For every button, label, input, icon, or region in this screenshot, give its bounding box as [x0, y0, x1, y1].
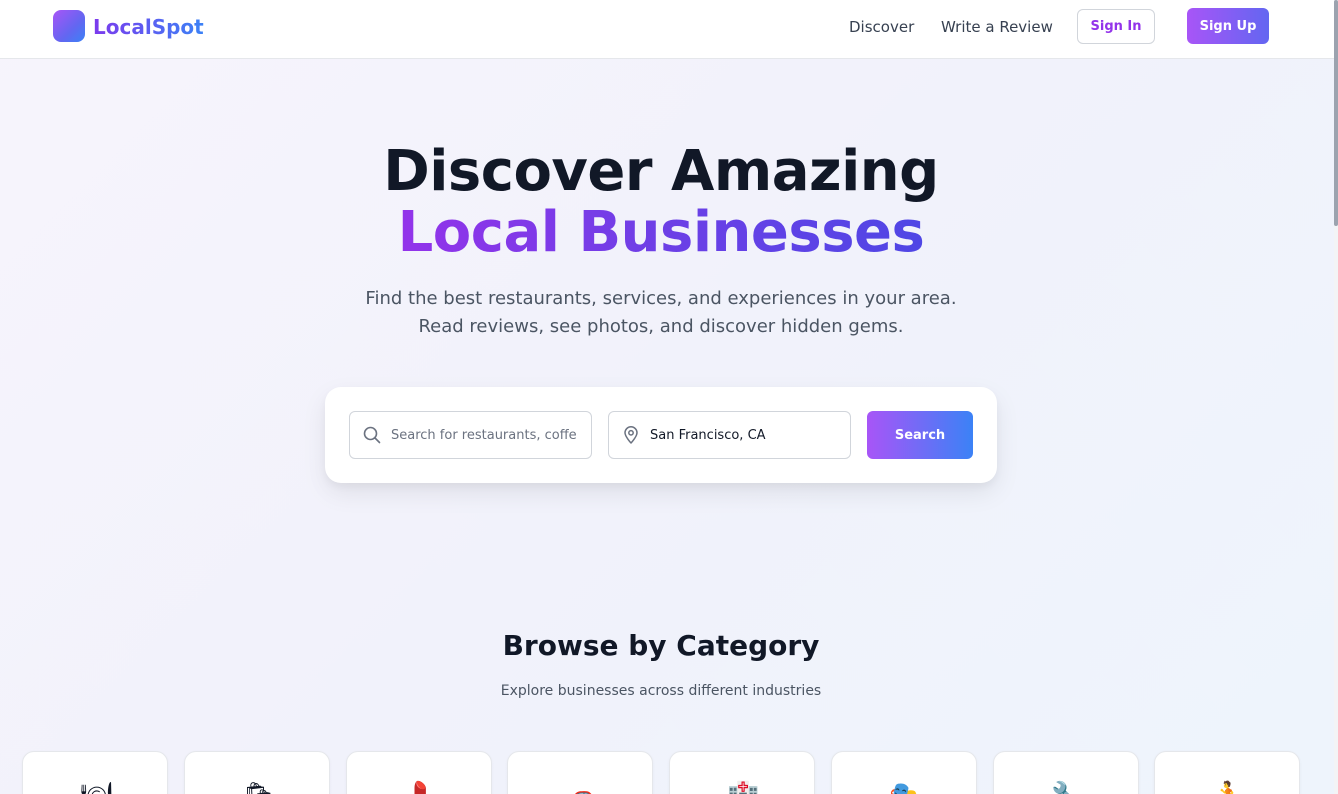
beauty-icon: 💄	[404, 780, 436, 794]
brand-name[interactable]: LocalSpot	[93, 13, 204, 41]
hero-title-highlight: Local Businesses	[397, 200, 925, 265]
search-panel: Search	[325, 387, 997, 483]
category-card[interactable]: 🚗	[507, 751, 653, 794]
automotive-icon: 🚗	[565, 780, 597, 794]
health-icon: 🏥	[727, 780, 759, 794]
map-pin-icon	[624, 426, 638, 444]
nav-discover-link[interactable]: Discover	[849, 16, 914, 38]
search-input[interactable]	[391, 427, 576, 443]
search-query-field[interactable]	[349, 411, 592, 459]
site-header: LocalSpot Discover Write a Review Sign I…	[0, 0, 1334, 59]
nav-write-review-link[interactable]: Write a Review	[941, 16, 1053, 38]
categories-subtitle: Explore businesses across different indu…	[500, 683, 822, 699]
sign-in-button[interactable]: Sign In	[1077, 9, 1155, 44]
category-card[interactable]: 🎭	[831, 751, 977, 794]
category-card[interactable]: 🍽	[22, 751, 168, 794]
location-input[interactable]	[650, 427, 835, 443]
category-card[interactable]: 🏥	[669, 751, 815, 794]
shopping-icon: 🛍	[242, 780, 275, 794]
category-card[interactable]: 🔧	[993, 751, 1139, 794]
category-card[interactable]: 🛍	[184, 751, 330, 794]
home-services-icon: 🔧	[1051, 780, 1083, 794]
fitness-icon: 🏃	[1212, 780, 1244, 794]
hero-title-line2: Local Businesses	[0, 201, 1322, 265]
hero-subtitle: Find the best restaurants, services, and…	[365, 288, 957, 337]
search-icon	[363, 426, 381, 444]
category-card[interactable]: 🏃	[1154, 751, 1300, 794]
scrollbar-thumb[interactable]	[1334, 0, 1338, 226]
arts-icon: 🎭	[889, 780, 921, 794]
sign-up-button[interactable]: Sign Up	[1187, 8, 1269, 44]
categories-title: Browse by Category	[502, 629, 820, 662]
search-button[interactable]: Search	[867, 411, 973, 459]
category-card[interactable]: 💄	[346, 751, 492, 794]
logo-icon[interactable]	[53, 10, 85, 42]
restaurant-icon: 🍽	[80, 780, 113, 794]
location-field[interactable]	[608, 411, 851, 459]
hero-title-line1: Discover Amazing	[383, 139, 939, 204]
